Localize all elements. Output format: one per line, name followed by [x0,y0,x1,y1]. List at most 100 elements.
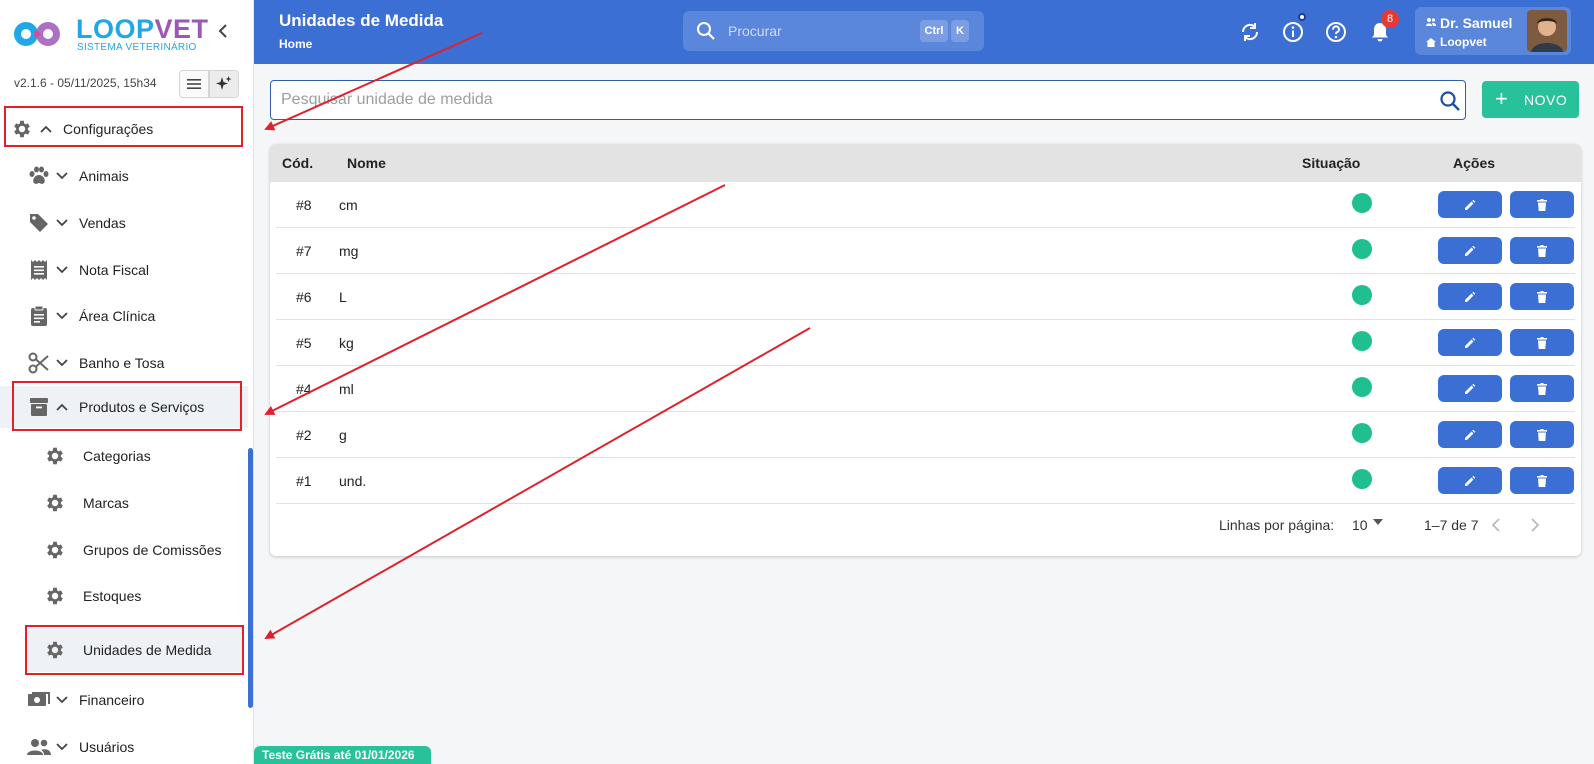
sidebar-item-usuarios[interactable]: Usuários [0,727,248,764]
row-code: #1 [296,473,312,489]
sidebar-item-vendas[interactable]: Vendas [0,203,248,243]
pagination-range: 1–7 de 7 [1424,517,1479,533]
chevron-up-icon [55,400,69,414]
trash-icon [1537,244,1547,257]
new-unit-button[interactable]: + NOVO [1482,81,1579,118]
receipt-icon [27,258,51,282]
gear-icon [43,538,67,562]
edit-button[interactable] [1438,237,1502,264]
trial-badge[interactable]: Teste Grátis até 01/01/2026 [254,746,431,764]
list-icon [187,79,201,89]
menu-list-button[interactable] [179,70,209,98]
delete-button[interactable] [1510,375,1574,402]
user-menu[interactable]: Dr. Samuel Loopvet [1415,7,1571,55]
delete-button[interactable] [1510,467,1574,494]
breadcrumb-home[interactable]: Home [279,37,312,51]
chevron-up-icon [39,122,53,136]
table-row[interactable]: #7 mg [276,228,1575,274]
table-row[interactable]: #4 ml [276,366,1575,412]
chevron-down-icon [55,356,69,370]
loopvet-logo-icon [14,22,60,46]
sidebar-scrollbar[interactable] [248,448,253,708]
help-button[interactable] [1324,20,1348,44]
table-header: Cód. Nome Situação Ações [270,144,1581,182]
scissors-icon [27,351,51,375]
status-active-indicator [1352,331,1372,351]
status-active-indicator [1352,469,1372,489]
clinic-icon [1426,38,1436,47]
row-code: #5 [296,335,312,351]
delete-button[interactable] [1510,283,1574,310]
edit-button[interactable] [1438,329,1502,356]
sidebar-item-configuracoes[interactable]: Configurações [0,109,248,149]
edit-button[interactable] [1438,467,1502,494]
sidebar-item-label: Marcas [83,495,129,511]
sidebar-item-produtos-e-servicos[interactable]: Produtos e Serviços [0,386,248,428]
delete-button[interactable] [1510,329,1574,356]
version-row: v2.1.6 - 05/11/2025, 15h34 [0,68,254,100]
search-icon[interactable] [1439,90,1461,112]
edit-button[interactable] [1438,375,1502,402]
refresh-icon [1241,23,1259,41]
rows-per-page-select[interactable]: 10 [1352,517,1368,533]
previous-page-button[interactable] [1486,515,1506,535]
unit-search-field[interactable] [270,80,1466,120]
sidebar-item-financeiro[interactable]: Financeiro [0,680,248,720]
info-button[interactable] [1281,20,1305,44]
gear-icon [43,491,67,515]
info-icon [1283,22,1303,42]
edit-button[interactable] [1438,283,1502,310]
table-row[interactable]: #8 cm [276,182,1575,228]
sidebar-item-categorias[interactable]: Categorias [0,436,248,476]
table-row[interactable]: #6 L [276,274,1575,320]
sidebar-item-banho-e-tosa[interactable]: Banho e Tosa [0,343,248,383]
avatar [1527,10,1567,52]
clipboard-icon [27,304,51,328]
pencil-icon [1465,429,1476,440]
sidebar-item-nota-fiscal[interactable]: Nota Fiscal [0,250,248,290]
global-search-input[interactable]: Procurar Ctrl K [683,11,984,51]
sidebar-item-label: Estoques [83,588,142,604]
column-header-status[interactable]: Situação [1302,155,1360,171]
table-row[interactable]: #2 g [276,412,1575,458]
status-active-indicator [1352,377,1372,397]
chevron-down-icon [55,693,69,707]
sidebar-item-grupos-de-comissoes[interactable]: Grupos de Comissões [0,530,248,570]
sidebar-item-animais[interactable]: Animais [0,156,248,196]
sidebar-item-label: Unidades de Medida [83,642,212,658]
collapse-sidebar-button[interactable] [212,20,234,42]
users-small-icon [1426,18,1436,26]
table-row[interactable]: #5 kg [276,320,1575,366]
shortcut-k: K [951,20,969,42]
sidebar-item-marcas[interactable]: Marcas [0,483,248,523]
refresh-button[interactable] [1238,20,1262,44]
pencil-icon [1465,291,1476,302]
search-placeholder: Procurar [728,23,782,39]
edit-button[interactable] [1438,191,1502,218]
sidebar-item-unidades-de-medida[interactable]: Unidades de Medida [27,628,244,672]
row-name: cm [339,197,358,213]
sidebar-item-area-clinica[interactable]: Área Clínica [0,296,248,336]
column-header-name[interactable]: Nome [347,155,386,171]
chevron-down-icon [55,169,69,183]
status-active-indicator [1352,193,1372,213]
notifications-count-badge: 8 [1381,10,1399,28]
delete-button[interactable] [1510,191,1574,218]
column-header-code[interactable]: Cód. [282,155,313,171]
delete-button[interactable] [1510,421,1574,448]
table-row[interactable]: #1 und. [276,458,1575,504]
sidebar-item-estoques[interactable]: Estoques [0,576,248,616]
users-icon [27,735,51,759]
plus-icon: + [1495,86,1508,111]
units-table: Cód. Nome Situação Ações #8 cm #7 mg #6 L #5 kg… [270,144,1581,556]
next-page-button[interactable] [1525,515,1545,535]
row-name: ml [339,381,354,397]
unit-search-input[interactable] [281,89,1421,111]
ai-sparkle-button[interactable] [209,70,239,98]
delete-button[interactable] [1510,237,1574,264]
caret-down-icon[interactable] [1373,519,1383,525]
edit-button[interactable] [1438,421,1502,448]
row-code: #4 [296,381,312,397]
sidebar-item-label: Configurações [63,121,154,137]
user-organization: Loopvet [1440,35,1487,49]
